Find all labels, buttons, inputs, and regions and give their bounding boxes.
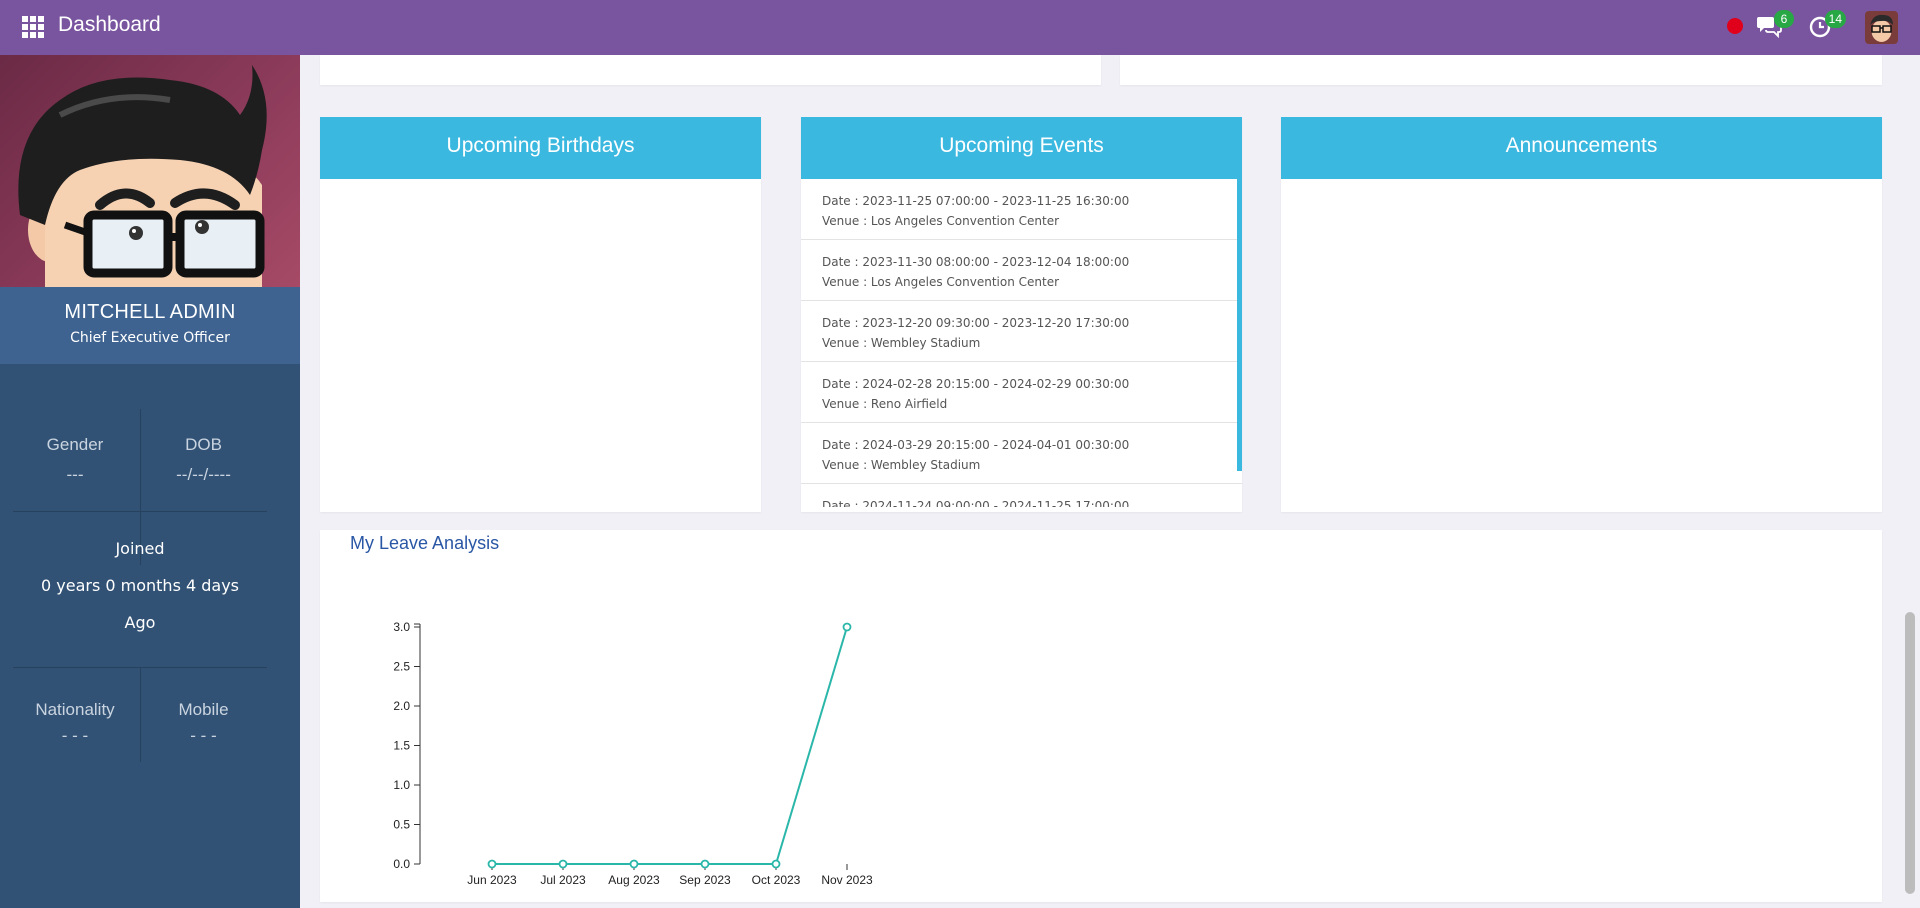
- data-point: [558, 859, 568, 869]
- event-item[interactable]: Date : 2023-12-20 09:30:00 - 2023-12-20 …: [801, 301, 1242, 362]
- y-tick-label: 0.5: [393, 818, 410, 832]
- upcoming-birthdays-card: Upcoming Birthdays: [320, 117, 761, 512]
- joined-info: Joined 0 years 0 months 4 days Ago: [0, 530, 280, 641]
- recording-indicator-icon[interactable]: [1727, 18, 1743, 34]
- leave-analysis-title: My Leave Analysis: [350, 533, 500, 553]
- x-tick-label: Jun 2023: [467, 873, 517, 887]
- top-navbar: Dashboard 6 14: [0, 0, 1920, 55]
- activities-count-badge: 14: [1824, 10, 1846, 28]
- data-point: [842, 622, 852, 632]
- messages-button[interactable]: 6: [1756, 10, 1794, 40]
- gender-cell: Gender ---: [0, 435, 150, 485]
- y-tick-label: 2.0: [393, 699, 410, 713]
- x-tick-label: Nov 2023: [821, 873, 873, 887]
- page-title: Dashboard: [58, 13, 161, 36]
- y-tick-label: 1.0: [393, 778, 410, 792]
- nationality-label: Nationality: [35, 700, 115, 719]
- y-tick-label: 2.5: [393, 660, 410, 674]
- page-scrollbar[interactable]: [1905, 612, 1915, 894]
- events-list[interactable]: Date : 2023-11-25 07:00:00 - 2023-11-25 …: [801, 179, 1242, 507]
- event-item[interactable]: Date : 2023-11-25 07:00:00 - 2023-11-25 …: [801, 179, 1242, 240]
- mobile-value: - - -: [190, 726, 217, 745]
- y-tick-label: 3.0: [393, 620, 410, 634]
- event-date: Date : 2024-11-24 09:00:00 - 2024-11-25 …: [822, 499, 1130, 507]
- event-date: Date : 2023-12-20 09:30:00 - 2023-12-20 …: [822, 316, 1130, 330]
- joined-suffix: Ago: [124, 613, 156, 632]
- event-date: Date : 2023-11-30 08:00:00 - 2023-12-04 …: [822, 255, 1130, 269]
- gender-value: ---: [66, 465, 84, 484]
- event-venue: Venue : Los Angeles Convention Center: [822, 214, 1060, 228]
- profile-name-box: MITCHELL ADMIN Chief Executive Officer: [0, 287, 300, 364]
- y-tick-label: 1.5: [393, 739, 410, 753]
- x-tick-label: Oct 2023: [752, 873, 801, 887]
- dob-value: --/--/----: [176, 465, 231, 484]
- series-line: [492, 626, 848, 865]
- joined-duration: 0 years 0 months 4 days: [40, 576, 240, 595]
- employee-role: Chief Executive Officer: [70, 330, 230, 346]
- profile-picture: [0, 55, 300, 287]
- user-avatar[interactable]: [1865, 11, 1898, 44]
- y-tick-label: 0.0: [393, 857, 410, 871]
- event-venue: Venue : Wembley Stadium: [822, 458, 981, 472]
- upcoming-events-title: Upcoming Events: [801, 117, 1242, 179]
- event-venue: Venue : Wembley Stadium: [822, 336, 981, 350]
- activities-button[interactable]: 14: [1808, 10, 1846, 40]
- data-point: [700, 859, 710, 869]
- mobile-label: Mobile: [178, 700, 229, 719]
- grid-icon[interactable]: [22, 16, 44, 38]
- event-date: Date : 2023-11-25 07:00:00 - 2023-11-25 …: [822, 194, 1130, 208]
- employee-name: MITCHELL ADMIN: [64, 301, 236, 323]
- user-avatar-image: [1865, 11, 1898, 44]
- x-tick-label: Sep 2023: [679, 873, 731, 887]
- upcoming-birthdays-title: Upcoming Birthdays: [320, 117, 761, 179]
- mobile-cell: Mobile - - -: [140, 700, 267, 746]
- event-date: Date : 2024-03-29 20:15:00 - 2024-04-01 …: [822, 438, 1130, 452]
- data-point: [487, 859, 497, 869]
- top-card-right: [1120, 55, 1882, 85]
- nationality-cell: Nationality - - -: [0, 700, 150, 746]
- top-card-left: [320, 55, 1101, 85]
- data-point: [771, 859, 781, 869]
- x-tick-label: Aug 2023: [608, 873, 660, 887]
- nationality-value: - - -: [61, 726, 89, 745]
- announcements-title: Announcements: [1281, 117, 1882, 179]
- events-scrollbar[interactable]: [1237, 179, 1242, 471]
- divider: [13, 511, 267, 512]
- event-item[interactable]: Date : 2024-02-28 20:15:00 - 2024-02-29 …: [801, 362, 1242, 423]
- announcements-card: Announcements: [1281, 117, 1882, 512]
- dob-cell: DOB --/--/----: [140, 435, 267, 485]
- event-item[interactable]: Date : 2023-11-30 08:00:00 - 2023-12-04 …: [801, 240, 1242, 301]
- messages-count-badge: 6: [1774, 10, 1794, 28]
- gender-label: Gender: [46, 435, 104, 454]
- x-tick-label: Jul 2023: [540, 873, 586, 887]
- event-item[interactable]: Date : 2024-03-29 20:15:00 - 2024-04-01 …: [801, 423, 1242, 484]
- event-venue: Venue : Reno Airfield: [822, 397, 948, 411]
- upcoming-events-card: Upcoming Events Date : 2023-11-25 07:00:…: [801, 117, 1242, 512]
- leave-analysis-chart: 0.0 0.5 1.0 1.5 2.0 2.5 3.0 Jun 2023 Jul 2023 Aug…: [393, 620, 873, 887]
- event-item[interactable]: Date : 2024-11-24 09:00:00 - 2024-11-25 …: [801, 484, 1242, 507]
- event-venue: Venue : Los Angeles Convention Center: [822, 275, 1060, 289]
- event-date: Date : 2024-02-28 20:15:00 - 2024-02-29 …: [822, 377, 1130, 391]
- employee-profile-sidebar: MITCHELL ADMIN Chief Executive Officer G…: [0, 55, 300, 908]
- dob-label: DOB: [185, 435, 222, 454]
- joined-label: Joined: [115, 539, 165, 558]
- data-point: [629, 859, 639, 869]
